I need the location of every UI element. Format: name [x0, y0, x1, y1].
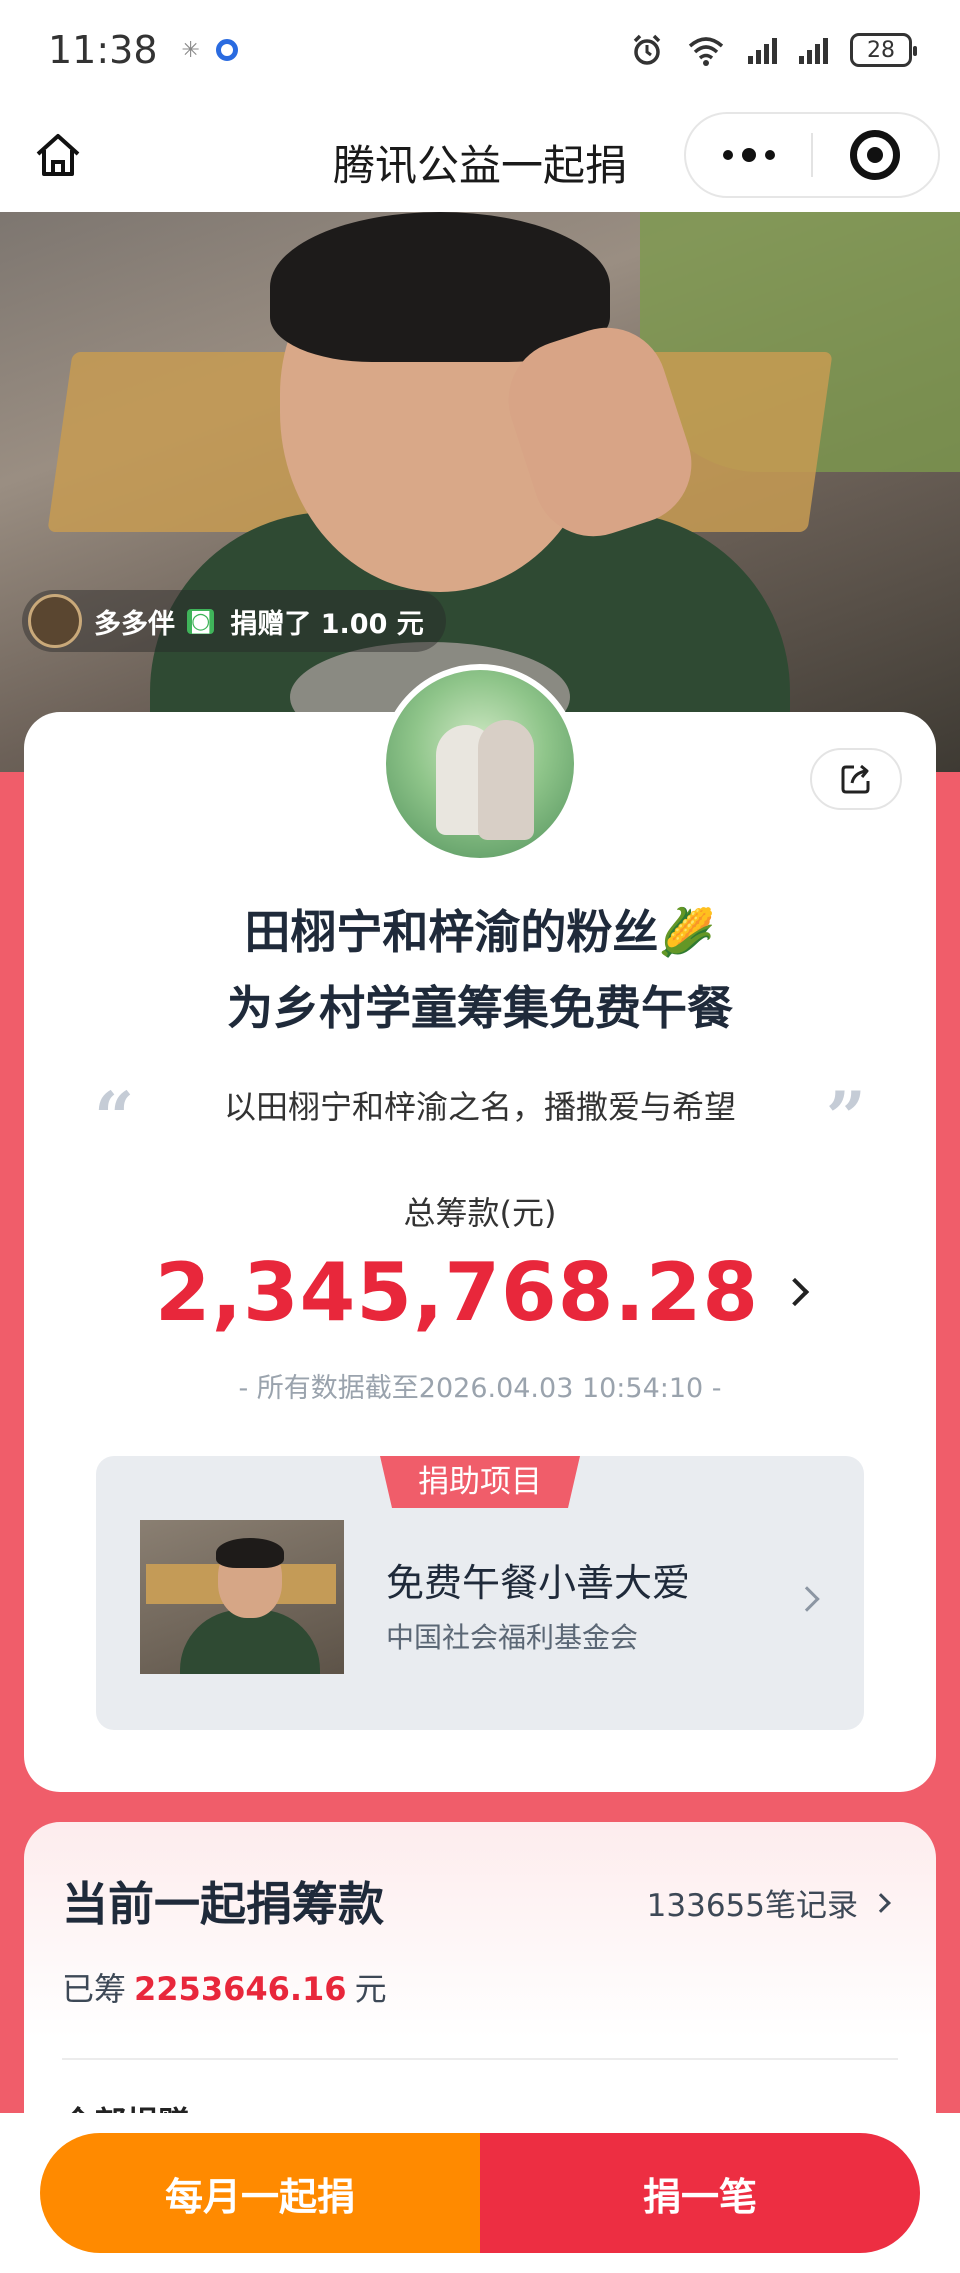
total-label: 总筹款(元) — [403, 1194, 557, 1232]
slogan-text: 以田栩宁和梓渝之名，播撒爱与希望 — [223, 1088, 736, 1126]
raised-suffix: 元 — [354, 1970, 387, 2008]
share-icon — [841, 764, 870, 794]
fundraising-title: 当前一起捐筹款 — [62, 1877, 384, 1931]
campaign-title-line1: 田栩宁和梓渝的粉丝🌽 — [244, 905, 716, 959]
more-dot-icon — [764, 150, 775, 160]
status-time: 11:38 — [48, 28, 158, 72]
recent-donation-ticker: 多多伴 ◙ 捐赠了 1.00 元 — [22, 590, 446, 652]
more-dot-icon — [741, 148, 756, 162]
signal-icon — [748, 36, 777, 64]
records-count: 133655笔记录 — [646, 1888, 858, 1924]
share-button[interactable] — [810, 748, 902, 810]
project-organization: 中国社会福利基金会 — [386, 1621, 639, 1654]
data-timestamp: - 所有数据截至2026.04.03 10:54:10 - — [238, 1373, 722, 1404]
chevron-right-icon — [794, 1586, 820, 1612]
donate-once-button[interactable]: 捐一笔 — [480, 2133, 920, 2253]
raised-amount: 2253646.16 — [134, 1970, 347, 2008]
donor-avatar — [28, 594, 82, 648]
divider — [62, 2058, 898, 2060]
mini-program-capsule — [684, 112, 940, 198]
project-card[interactable]: 捐助项目 免费午餐小善大爱 中国社会福利基金会 — [96, 1456, 864, 1730]
donor-action: 捐赠了 1.00 元 — [230, 608, 424, 640]
total-amount: 2,345,768.28 — [154, 1245, 760, 1339]
alarm-icon — [633, 34, 661, 65]
campaign-slogan: “ 以田栩宁和梓渝之名，播撒爱与希望 ” — [24, 1076, 936, 1159]
chevron-right-icon — [780, 1277, 810, 1307]
close-mini-program-button[interactable] — [813, 114, 938, 196]
status-bar: 11:38 ✳ 28 — [0, 0, 960, 100]
notification-icon: ✳ — [181, 37, 200, 63]
badge-icon: ◙ — [187, 608, 215, 634]
campaign-card: 田栩宁和梓渝的粉丝🌽 为乡村学童筹集免费午餐 “ 以田栩宁和梓渝之名，播撒爱与希… — [24, 664, 936, 1792]
campaign-avatar — [380, 664, 580, 864]
project-tag: 捐助项目 — [380, 1456, 580, 1508]
home-icon — [36, 134, 80, 176]
location-icon — [215, 39, 238, 61]
more-button[interactable] — [686, 114, 811, 196]
donor-name: 多多伴 — [94, 608, 175, 640]
nav-bar: 腾讯公益一起捐 — [0, 100, 960, 212]
total-amount-link[interactable]: 2,345,768.28 — [24, 1242, 936, 1342]
campaign-title: 田栩宁和梓渝的粉丝🌽 为乡村学童筹集免费午餐 — [24, 894, 936, 1046]
project-thumbnail — [140, 1520, 344, 1674]
donate-button-group: 每月一起捐 捐一笔 — [40, 2133, 920, 2253]
raised-summary: 已筹 2253646.16 元 — [62, 1964, 387, 2010]
target-icon — [850, 130, 901, 180]
bottom-action-bar: 每月一起捐 捐一笔 — [0, 2113, 960, 2273]
campaign-title-line2: 为乡村学童筹集免费午餐 — [227, 981, 733, 1035]
battery-icon: 28 — [850, 33, 917, 67]
monthly-donate-button[interactable]: 每月一起捐 — [40, 2133, 480, 2253]
battery-level: 28 — [867, 37, 895, 63]
home-button[interactable] — [30, 128, 86, 184]
raised-prefix: 已筹 — [62, 1970, 127, 2008]
records-link[interactable]: 133655笔记录 — [646, 1880, 891, 1925]
more-dot-icon — [722, 150, 733, 160]
open-quote-icon: “ — [94, 1076, 135, 1159]
signal-icon-2 — [799, 36, 828, 64]
close-quote-icon: ” — [825, 1076, 866, 1159]
status-left-icons: ✳ — [182, 38, 238, 63]
project-chevron — [794, 1586, 820, 1612]
chevron-right-icon — [871, 1892, 891, 1913]
project-name: 免费午餐小善大爱 — [386, 1561, 691, 1605]
status-right: 28 — [630, 33, 917, 67]
wifi-icon — [688, 37, 724, 66]
